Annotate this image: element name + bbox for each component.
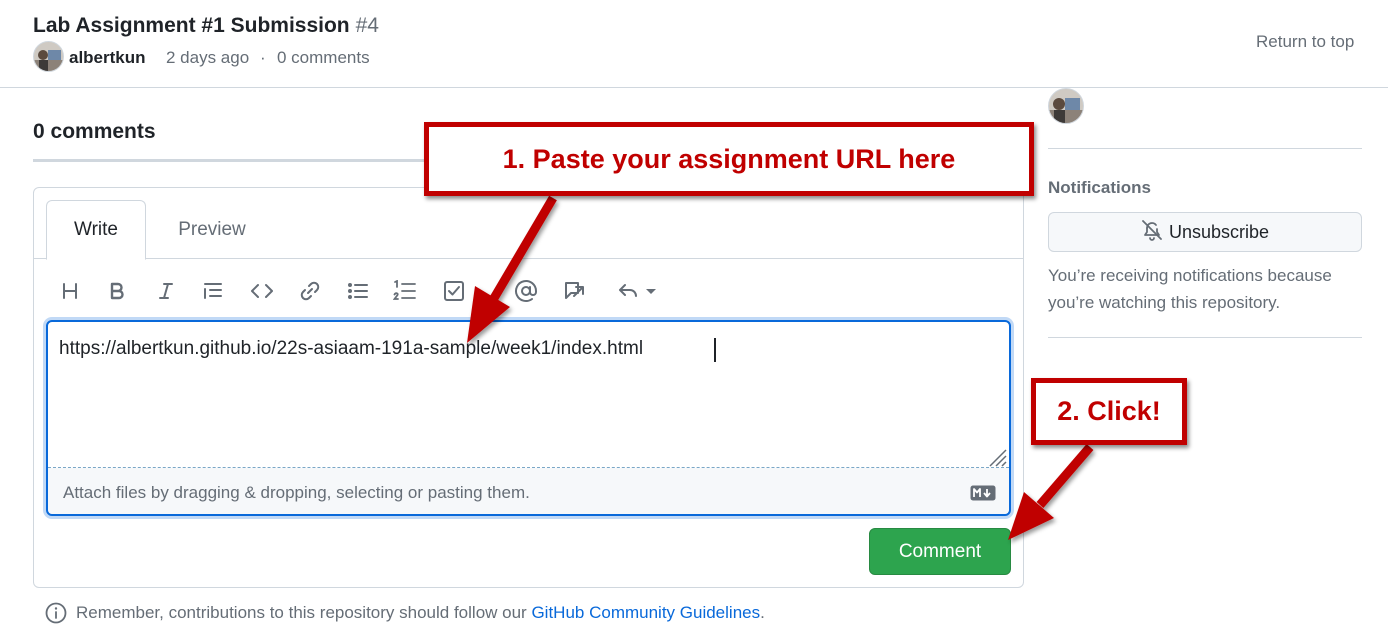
arrow-to-textarea xyxy=(467,195,557,343)
annotation-step-1: 1. Paste your assignment URL here xyxy=(424,122,1034,196)
annotation-step-2: 2. Click! xyxy=(1031,378,1187,445)
annotation-arrows xyxy=(467,195,1094,540)
arrow-to-comment-button xyxy=(1008,444,1094,540)
